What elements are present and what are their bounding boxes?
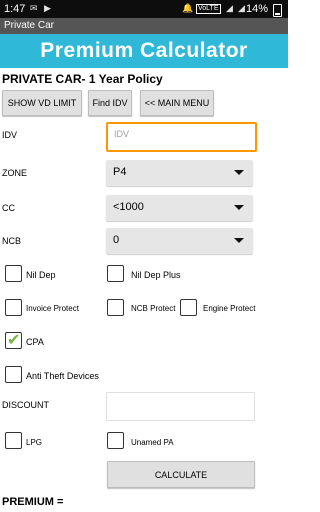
cc-select[interactable]: <1000 xyxy=(106,195,253,221)
premium-calculator-banner: Premium Calculator xyxy=(0,34,288,68)
signal-icon-2: ◢ xyxy=(238,3,245,13)
idv-label: IDV xyxy=(2,130,18,140)
invoice-protect-label: Invoice Protect xyxy=(26,304,79,313)
ncb-protect-label: NCB Protect xyxy=(131,304,176,313)
nil-dep-plus-label: Nil Dep Plus xyxy=(131,270,181,280)
ncb-protect-checkbox[interactable] xyxy=(107,299,124,316)
cpa-label: CPA xyxy=(26,337,44,347)
policy-title: PRIVATE CAR- 1 Year Policy xyxy=(2,72,163,86)
unamed-pa-checkbox[interactable] xyxy=(107,432,124,449)
notification-bell-icon: 🔔 xyxy=(182,3,194,13)
zone-value: P4 xyxy=(113,166,127,178)
lpg-checkbox[interactable] xyxy=(5,432,22,449)
anti-theft-checkbox[interactable] xyxy=(5,366,22,383)
ncb-value: 0 xyxy=(113,234,120,246)
invoice-protect-checkbox[interactable] xyxy=(5,299,22,316)
engine-protect-label: Engine Protect xyxy=(203,304,256,313)
status-bar: 1:47 ✉ ▶ 🔔 VoLTE ◢ ◢ 14% xyxy=(0,0,288,18)
dropdown-arrow-icon xyxy=(234,170,244,175)
discount-input[interactable] xyxy=(106,392,255,421)
app-title: Private Car xyxy=(4,20,55,31)
lpg-label: LPG xyxy=(26,438,43,447)
app-action-bar: Private Car xyxy=(0,18,288,34)
find-idv-button[interactable]: Find IDV xyxy=(88,90,132,116)
cpa-checkbox[interactable]: ✔ xyxy=(5,332,22,349)
status-time: 1:47 xyxy=(4,3,26,15)
ncb-label: NCB xyxy=(2,236,22,246)
battery-icon xyxy=(273,4,282,17)
premium-result: PREMIUM = xyxy=(2,496,64,508)
battery-percentage: 14% xyxy=(245,3,268,15)
zone-select[interactable]: P4 xyxy=(106,160,253,186)
volte-badge: VoLTE xyxy=(196,4,221,14)
discount-label: DISCOUNT xyxy=(2,400,49,410)
zone-label: ZONE xyxy=(2,168,28,178)
nil-dep-checkbox[interactable] xyxy=(5,265,22,282)
nil-dep-plus-checkbox[interactable] xyxy=(107,265,124,282)
video-icon: ▶ xyxy=(44,3,51,13)
anti-theft-label: Anti Theft Devices xyxy=(26,371,99,381)
main-menu-button[interactable]: << MAIN MENU xyxy=(140,90,214,116)
cc-label: CC xyxy=(2,203,15,213)
engine-protect-checkbox[interactable] xyxy=(180,299,197,316)
idv-input[interactable]: IDV xyxy=(106,122,257,152)
cc-value: <1000 xyxy=(113,201,144,213)
signal-icon: ◢ xyxy=(226,3,233,13)
show-vd-limit-button[interactable]: SHOW VD LIMIT xyxy=(2,90,82,116)
dropdown-arrow-icon xyxy=(234,205,244,210)
unamed-pa-label: Unamed PA xyxy=(131,438,174,447)
nil-dep-label: Nil Dep xyxy=(26,270,56,280)
checkmark-icon: ✔ xyxy=(7,332,21,349)
calculate-button[interactable]: CALCULATE xyxy=(107,461,255,488)
message-icon: ✉ xyxy=(30,3,38,13)
dropdown-arrow-icon xyxy=(234,238,244,243)
ncb-select[interactable]: 0 xyxy=(106,228,253,254)
